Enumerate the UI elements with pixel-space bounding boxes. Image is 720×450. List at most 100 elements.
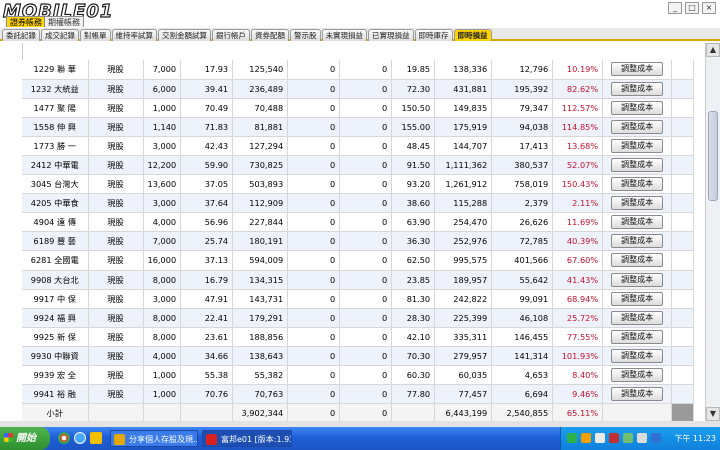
- tray-app-icon[interactable]: [581, 433, 591, 443]
- tab-11[interactable]: 即時損益: [453, 29, 492, 41]
- close-icon[interactable]: ×: [702, 2, 716, 14]
- stock-cell: 9925 新 保: [22, 327, 89, 347]
- adjust-cost-button[interactable]: 調整成本: [611, 291, 664, 306]
- price-cell: 28.30: [391, 308, 436, 328]
- table-row[interactable]: 9941 裕 融現股 1,000 70.76 70,763 0 0 77.80 77,457 6…: [22, 384, 695, 405]
- table-row[interactable]: 9930 中聯資 現股 4,000 34.66 138,643 0 0 70.30 279,95…: [22, 346, 695, 367]
- minimize-icon[interactable]: _: [668, 2, 682, 14]
- col7-cell: 0: [339, 155, 393, 176]
- market-value-cell: 242,822: [434, 289, 493, 309]
- tab-futures-account[interactable]: 期權帳務: [44, 16, 84, 27]
- pnl-cell: 94,038: [491, 117, 554, 137]
- col7-cell: 0: [339, 327, 393, 347]
- subtotal-market-value-cell: 6,443,199: [434, 403, 493, 423]
- market-value-cell: 1,261,912: [434, 174, 493, 195]
- table-row[interactable]: 9939 宏 全現股 1,000 55.38 55,382 0 0 60.30 60,035 4…: [22, 365, 695, 386]
- col6-cell: 0: [287, 384, 341, 405]
- tab-10[interactable]: 即時庫存: [414, 29, 453, 41]
- tab-securities-account[interactable]: 證券帳務: [6, 16, 46, 27]
- adjust-cost-button[interactable]: 調整成本: [611, 81, 664, 96]
- table-row[interactable]: 9925 新 保現股 8,000 23.61 188,856 0 0 42.10 335,31…: [22, 327, 695, 347]
- adjust-cost-button[interactable]: 調整成本: [611, 272, 664, 287]
- chrome-icon[interactable]: [58, 432, 70, 444]
- adjust-cost-button[interactable]: 調整成本: [611, 329, 664, 344]
- scroll-down-icon[interactable]: ▼: [706, 407, 720, 421]
- tray-volume-icon[interactable]: [637, 433, 647, 443]
- avg-cost-cell: 17.93: [180, 60, 234, 80]
- vertical-scrollbar[interactable]: ▲ ▼: [705, 43, 720, 421]
- tab-0[interactable]: 委託記錄: [2, 29, 40, 41]
- tab-8[interactable]: 未實現損益: [321, 29, 367, 41]
- table-row[interactable]: 1229 聯 華現股 7,000 17.93 125,540 0 0 19.85 138,33…: [22, 60, 695, 80]
- table-row[interactable]: 1773 勝 一現股 3,000 42.43 127,294 0 0 48.45 144,70…: [22, 136, 695, 156]
- cost-cell: 180,191: [232, 231, 289, 252]
- table-row[interactable]: 1232 大統益 現股 6,000 39.41 236,489 0 0 72.30 431,88…: [22, 79, 695, 99]
- tray-network-icon[interactable]: [595, 433, 605, 443]
- start-button[interactable]: 開始: [0, 427, 50, 450]
- avg-cost-cell: 71.83: [180, 117, 234, 137]
- tab-6[interactable]: 資券配額: [251, 29, 289, 41]
- tray-status-icon[interactable]: [567, 433, 577, 443]
- return-pct-cell: 67.60%: [552, 250, 604, 271]
- adjust-cost-button[interactable]: 調整成本: [611, 387, 664, 402]
- avg-cost-cell: 70.49: [180, 98, 234, 118]
- tab-2[interactable]: 對帳單: [80, 29, 111, 41]
- table-row[interactable]: 9908 大台北 現股 8,000 16.79 134,315 0 0 23.85 189,95…: [22, 270, 695, 290]
- price-cell: 70.30: [391, 346, 436, 367]
- col6-cell: 0: [287, 79, 341, 99]
- adjust-cost-button[interactable]: 調整成本: [611, 138, 664, 153]
- adjust-cost-button[interactable]: 調整成本: [611, 348, 664, 363]
- market-value-cell: 279,957: [434, 346, 493, 367]
- return-pct-cell: 40.39%: [552, 231, 604, 252]
- adjust-cost-button[interactable]: 調整成本: [611, 100, 664, 115]
- scroll-thumb[interactable]: [708, 111, 718, 201]
- taskbar-item-e01[interactable]: 富邦e01 [版本:1.93][...: [202, 430, 292, 447]
- adjust-cost-button[interactable]: 調整成本: [611, 310, 664, 325]
- adjust-cost-button[interactable]: 調整成本: [611, 196, 664, 211]
- type-cell: 現股: [88, 327, 144, 347]
- table-row[interactable]: 9917 中 保現股 3,000 47.91 143,731 0 0 81.30 242,82…: [22, 289, 695, 309]
- table-row[interactable]: 1558 伸 興現股 1,140 71.83 81,881 0 0 155.00 175,91…: [22, 117, 695, 137]
- table-row[interactable]: 9924 福 興現股 8,000 22.41 179,291 0 0 28.30 225,39…: [22, 308, 695, 328]
- tab-4[interactable]: 交割金額試算: [158, 29, 211, 41]
- tab-5[interactable]: 銀行帳戶: [212, 29, 250, 41]
- price-cell: 48.45: [391, 136, 436, 156]
- adjust-cost-button[interactable]: 調整成本: [611, 253, 664, 268]
- tab-3[interactable]: 維持率試算: [111, 29, 157, 41]
- table-row[interactable]: 2412 中華電 現股 12,200 59.90 730,825 0 0 91.50 1,111…: [22, 155, 695, 176]
- adjust-cost-button[interactable]: 調整成本: [611, 368, 664, 383]
- type-cell: 現股: [88, 212, 144, 233]
- market-value-cell: 225,399: [434, 308, 493, 328]
- scroll-up-icon[interactable]: ▲: [706, 43, 720, 57]
- maximize-icon[interactable]: □: [685, 2, 699, 14]
- cost-cell: 236,489: [232, 79, 289, 99]
- qty-cell: 4,000: [143, 212, 182, 233]
- table-row[interactable]: 3045 台灣大 現股 13,600 37.05 503,893 0 0 93.20 1,261…: [22, 174, 695, 195]
- tab-1[interactable]: 成交記錄: [41, 29, 79, 41]
- pnl-cell: 46,108: [491, 308, 554, 328]
- adjust-cost-button[interactable]: 調整成本: [611, 158, 664, 173]
- table-row[interactable]: 6281 全國電 現股 16,000 37.13 594,009 0 0 62.50 995,5…: [22, 250, 695, 271]
- return-pct-cell: 150.43%: [552, 174, 604, 195]
- tab-9[interactable]: 已實現損益: [368, 29, 414, 41]
- ie-icon[interactable]: [74, 432, 86, 444]
- adjust-cost-button[interactable]: 調整成本: [611, 177, 664, 192]
- tray-bluetooth-icon[interactable]: [651, 433, 661, 443]
- table-row[interactable]: 6189 豐 藝現股 7,000 25.74 180,191 0 0 36.30 252,97…: [22, 231, 695, 252]
- adjust-cost-button[interactable]: 調整成本: [611, 215, 664, 230]
- table-row[interactable]: 1477 聚 陽現股 1,000 70.49 70,488 0 0 150.50 149,83…: [22, 98, 695, 118]
- adjust-cost-button[interactable]: 調整成本: [611, 234, 664, 249]
- price-cell: 77.80: [391, 384, 436, 405]
- table-row[interactable]: 4904 遠 傳現股 4,000 56.96 227,844 0 0 63.90 254,47…: [22, 212, 695, 233]
- tray-update-icon[interactable]: [623, 433, 633, 443]
- tray-security-icon[interactable]: [609, 433, 619, 443]
- folder-icon[interactable]: [90, 432, 102, 444]
- col6-cell: 0: [287, 193, 341, 214]
- cost-cell: 188,856: [232, 327, 289, 347]
- stock-cell: 1232 大統益: [22, 79, 89, 99]
- tab-7[interactable]: 警示股: [290, 29, 321, 41]
- taskbar-item-browser[interactable]: 分享個人存股及規...: [110, 430, 198, 447]
- adjust-cost-button[interactable]: 調整成本: [611, 62, 664, 77]
- table-row[interactable]: 4205 中華食 現股 3,000 37.64 112,909 0 0 38.60 115,28…: [22, 193, 695, 214]
- adjust-cost-button[interactable]: 調整成本: [611, 119, 664, 134]
